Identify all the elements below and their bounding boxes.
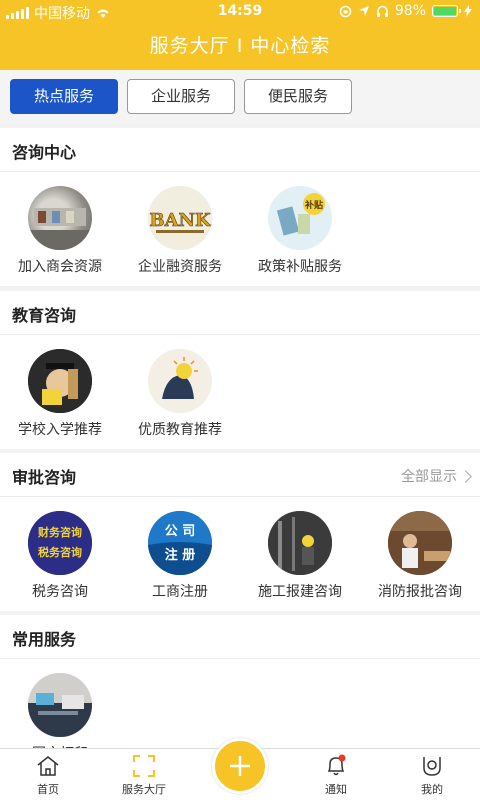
service-item-business-registration[interactable]: 公 司注 册 工商注册 (120, 497, 240, 615)
tab-label: 我的 (421, 783, 443, 796)
chevron-right-icon (459, 469, 472, 483)
user-icon (423, 757, 441, 776)
service-item-subsidy[interactable]: 补贴 政策补贴服务 (240, 172, 360, 290)
tab-label: 首页 (37, 783, 59, 796)
page-title: 服务大厅 I 中心检索 (0, 24, 480, 70)
construction-worker-image (268, 511, 332, 575)
section-title: 咨询中心 (12, 143, 77, 162)
section-education-consulting: 教育咨询 学校入学推荐 优质教育推荐 (0, 291, 480, 449)
battery-icon (432, 5, 461, 17)
svg-text:财务咨询: 财务咨询 (37, 525, 82, 539)
item-label: 税务咨询 (32, 584, 88, 600)
tab-label: 通知 (325, 783, 347, 796)
item-label: 施工报建咨询 (258, 584, 342, 600)
section-common-services: 常用服务 图文打印 (0, 615, 480, 762)
status-bar: 中国移动 14:59 98% (0, 0, 480, 24)
service-item-tax-consulting[interactable]: 财务咨询税务咨询 税务咨询 (0, 497, 120, 615)
item-label: 企业融资服务 (138, 259, 222, 275)
subsidy-image: 补贴 (268, 186, 332, 250)
show-all-link[interactable]: 全部显示 (401, 466, 472, 486)
item-label: 优质教育推荐 (138, 422, 222, 438)
tab-convenience-services[interactable]: 便民服务 (244, 79, 352, 114)
section-approval-consulting: 审批咨询 全部显示 财务咨询税务咨询 税务咨询 公 司注 册 工商注册 施工报建… (0, 453, 480, 611)
bottom-tab-notifications[interactable]: 通知 (288, 749, 384, 800)
bank-image: BANK (148, 186, 212, 250)
bottom-tab-profile[interactable]: 我的 (384, 749, 480, 800)
tab-label: 服务大厅 (122, 783, 166, 796)
bottom-tab-service-hall[interactable]: 服务大厅 (96, 749, 192, 800)
fire-approval-image (388, 511, 452, 575)
section-title: 审批咨询 (12, 468, 77, 487)
scan-frame-icon (133, 755, 155, 777)
tab-hot-services[interactable]: 热点服务 (10, 79, 118, 114)
item-label: 工商注册 (152, 584, 208, 600)
add-button[interactable] (212, 738, 268, 794)
svg-text:公 司: 公 司 (165, 524, 196, 539)
bottom-tab-home[interactable]: 首页 (0, 749, 96, 800)
section-title: 常用服务 (12, 630, 77, 649)
service-item-fire-approval[interactable]: 消防报批咨询 (360, 497, 480, 615)
service-item-school-admission[interactable]: 学校入学推荐 (0, 335, 120, 453)
service-tabs: 热点服务 企业服务 便民服务 (0, 70, 480, 124)
rotation-lock-icon (339, 5, 352, 17)
company-registration-image: 公 司注 册 (148, 511, 212, 575)
plus-icon (230, 756, 250, 776)
item-label: 加入商会资源 (18, 259, 102, 275)
tax-consulting-image: 财务咨询 税务咨询 (28, 511, 92, 575)
show-all-label: 全部显示 (401, 469, 457, 485)
section-title: 教育咨询 (12, 306, 77, 325)
service-item-join-chamber[interactable]: 加入商会资源 (0, 172, 120, 290)
home-icon (37, 756, 59, 776)
svg-text:BANK: BANK (149, 210, 212, 231)
print-shop-image (28, 673, 92, 737)
bell-icon (327, 754, 346, 776)
charging-icon (464, 5, 472, 17)
svg-text:注 册: 注 册 (165, 547, 196, 563)
graduate-cartoon-image (28, 349, 92, 413)
service-item-quality-education[interactable]: 优质教育推荐 (120, 335, 240, 453)
service-item-financing[interactable]: BANK 企业融资服务 (120, 172, 240, 290)
item-label: 学校入学推荐 (18, 422, 102, 438)
item-label: 消防报批咨询 (378, 584, 462, 600)
location-icon (358, 6, 369, 16)
tab-enterprise-services[interactable]: 企业服务 (127, 79, 235, 114)
headphones-icon (376, 5, 388, 17)
section-consulting-center: 咨询中心 加入商会资源 BANK 企业融资服务 补贴 政策补贴服务 (0, 128, 480, 286)
svg-text:税务咨询: 税务咨询 (38, 545, 82, 559)
item-label: 政策补贴服务 (258, 259, 342, 275)
svg-text:补贴: 补贴 (304, 199, 323, 211)
chamber-office-image (28, 186, 92, 250)
service-item-construction-filing[interactable]: 施工报建咨询 (240, 497, 360, 615)
lightbulb-idea-image (148, 349, 212, 413)
battery-percent: 98% (394, 3, 426, 19)
